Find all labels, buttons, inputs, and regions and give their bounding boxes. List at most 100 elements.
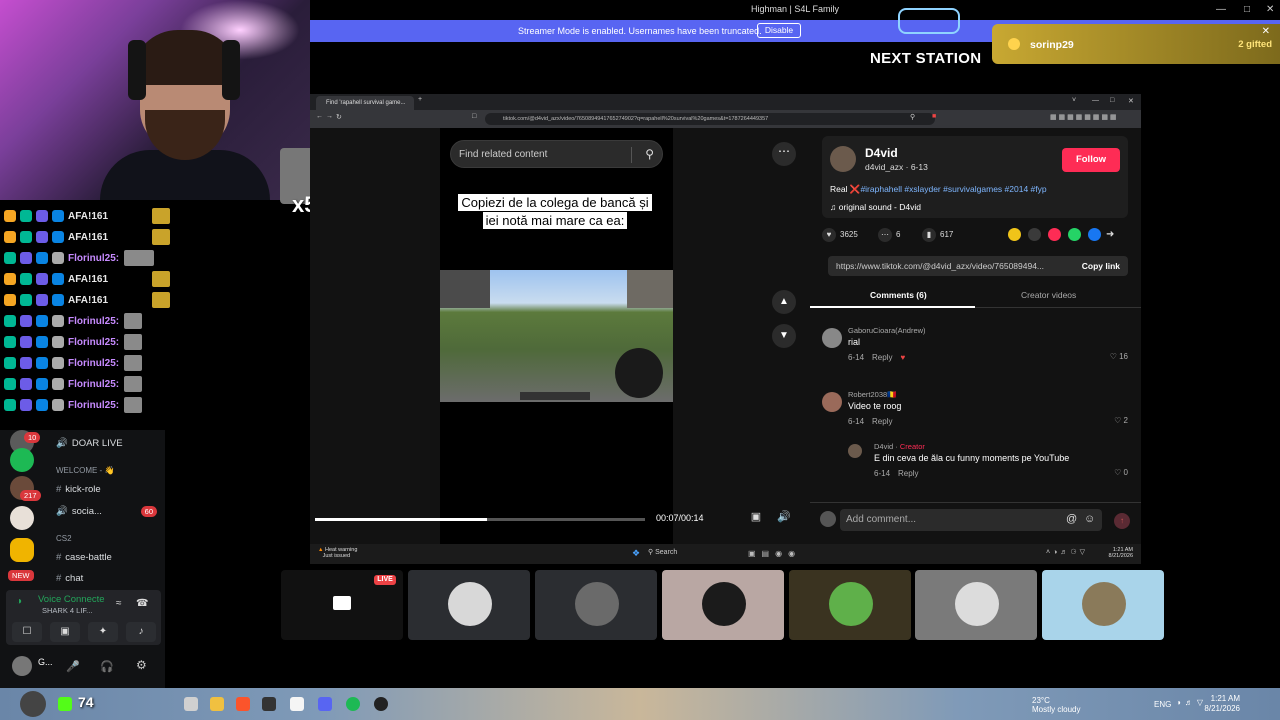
comment-like[interactable]: ♡ 0 [1114,468,1128,477]
tab-creator-videos[interactable]: Creator videos [1021,290,1076,300]
comment-username[interactable]: D4vid · Creator [874,442,925,451]
channel-case-battle[interactable]: # case-battle [56,552,112,563]
bookmark-icon[interactable]: □ [472,113,476,120]
avatar[interactable] [822,392,842,412]
pinned-apps[interactable]: ▣▤◉◉ [748,549,801,558]
participant-tile[interactable] [1042,570,1164,640]
url-field[interactable]: tiktok.com/@d4vid_azx/video/765089494176… [485,113,935,125]
embed-icon[interactable] [1028,228,1041,241]
obs-icon[interactable] [262,697,276,711]
mention-icon[interactable]: @ [1066,513,1077,525]
server-icon[interactable] [10,506,34,530]
task-view-icon[interactable] [184,697,198,711]
discord-icon[interactable] [318,697,332,711]
share-arrow-icon[interactable]: ➜ [1106,228,1119,241]
browser-tab[interactable]: Find 'rapahell survival game... [316,96,414,110]
progress-bar[interactable] [315,518,645,521]
reply-button[interactable]: Reply [872,417,892,426]
language-indicator[interactable]: ENG [1154,700,1171,709]
category-welcome[interactable]: WELCOME - 👋 [56,466,114,475]
author-name[interactable]: D4vid [865,146,898,160]
extensions-icon[interactable]: ▦ ▦ ▦ ▦ ▦ ▦ ▦ ▦ [1050,113,1117,121]
sound-link[interactable]: ♫ original sound - D4vid [830,202,921,212]
gear-icon[interactable]: ⚙ [136,658,147,672]
windows-icon[interactable]: ❖ [632,548,640,559]
channel-doar-live[interactable]: 🔊 DOAR LIVE [56,438,123,449]
minimize-icon[interactable]: — [1216,4,1226,15]
share-send-icon[interactable] [1048,228,1061,241]
maximize-icon[interactable]: □ [1244,4,1250,15]
comment-username[interactable]: Robert2038🇷🇴 [848,390,897,399]
follow-button[interactable]: Follow [1062,148,1120,172]
app-icon[interactable] [374,697,388,711]
pip-icon[interactable]: ▣ [747,510,765,526]
search-icon[interactable]: ⚲ [645,147,654,161]
screen-share-icon[interactable]: ▣ [50,622,80,642]
close-icon[interactable]: ✕ [1128,97,1134,105]
taskbar-search[interactable]: ⚲ Search [648,548,677,556]
activities-icon[interactable]: ✦ [88,622,118,642]
copy-link-button[interactable]: Copy link [1082,261,1120,271]
related-search[interactable]: Find related content ⚲ [450,140,663,168]
channel-chat[interactable]: # chat [56,573,83,584]
search-input[interactable]: Find related content [459,149,547,160]
save-button[interactable]: ▮ 617 [922,228,953,242]
reply-button[interactable]: Reply [872,353,892,362]
share-friends-icon[interactable] [1008,228,1021,241]
back-icon[interactable]: ← [316,113,323,120]
send-icon[interactable]: ↑ [1114,513,1130,529]
system-tray-icons[interactable]: ◑♬▽ [1176,698,1207,707]
author-avatar[interactable] [830,146,856,172]
close-icon[interactable]: ✕ [1262,26,1270,37]
weather-widget[interactable]: 23°C Mostly cloudy [1032,696,1080,714]
folder-icon[interactable] [10,538,34,562]
microphone-icon[interactable]: 🎤 [66,660,80,673]
comment-button[interactable]: ⋯ 6 [878,228,900,242]
more-options-icon[interactable]: ⋯ [772,142,796,166]
system-clock[interactable]: 1:21 AM 8/21/2026 [1204,694,1240,714]
chevron-up-icon[interactable]: ▲ [772,290,796,314]
chevron-down-icon[interactable]: ˅ [1072,97,1076,104]
avatar[interactable] [12,656,32,676]
reload-icon[interactable]: ↻ [336,113,342,121]
new-tab-icon[interactable]: + [418,96,422,103]
comment-username[interactable]: GaboruCioara(Andrew) [848,326,926,335]
brave-icon[interactable] [236,697,250,711]
camera-off-icon[interactable]: ☐ [12,622,42,642]
channel-kick-role[interactable]: # kick-role [56,484,101,495]
like-button[interactable]: ♥ 3625 [822,228,858,242]
whatsapp-icon[interactable] [1068,228,1081,241]
avatar[interactable] [822,328,842,348]
forward-icon[interactable]: → [326,113,333,120]
zoom-icon[interactable]: ⚲ [910,113,915,121]
participant-tile[interactable] [915,570,1037,640]
participant-tile[interactable] [408,570,530,640]
headphones-icon[interactable]: 🎧 [100,660,114,673]
participant-tile[interactable] [535,570,657,640]
disconnect-icon[interactable]: ☎ [136,598,148,609]
brave-shield-icon[interactable]: ■ [932,113,936,120]
hashtags[interactable]: #iraphahell #xslayder #survivalgames #20… [860,184,1046,194]
noise-suppression-icon[interactable]: ≈ [116,598,122,609]
category-cs2[interactable]: CS2 [56,534,72,543]
comment-like[interactable]: ♡ 2 [1114,416,1128,425]
reply-button[interactable]: Reply [898,469,918,478]
tray-icons[interactable]: ˄◑♬⚆▽ [1046,548,1088,556]
tab-comments[interactable]: Comments (6) [870,290,927,300]
emoji-icon[interactable]: ☺ [1084,513,1095,525]
spotify-icon[interactable] [346,697,360,711]
maximize-icon[interactable]: □ [1110,97,1114,104]
soundboard-icon[interactable]: ♪ [126,622,156,642]
avatar[interactable] [848,444,862,458]
server-icon[interactable] [10,448,34,472]
disable-streamer-mode-button[interactable]: Disable [757,23,801,38]
facebook-icon[interactable] [1088,228,1101,241]
add-comment-input[interactable]: Add comment... @ ☺ [840,509,1102,531]
channel-social[interactable]: 🔊 socia... [56,506,102,517]
comment-like[interactable]: ♡ 16 [1110,352,1128,361]
chevron-down-icon[interactable]: ▼ [772,324,796,348]
app-icon[interactable] [290,697,304,711]
participant-tile[interactable] [789,570,911,640]
file-explorer-icon[interactable] [210,697,224,711]
volume-icon[interactable]: 🔊 [775,510,793,526]
